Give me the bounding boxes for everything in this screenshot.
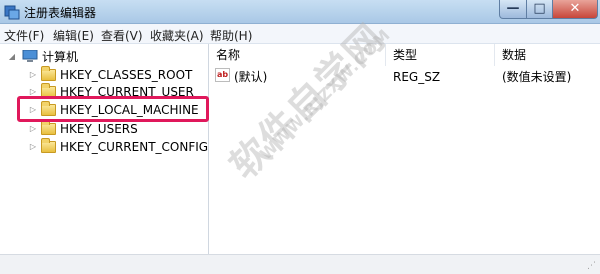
key-tree-pane[interactable]: ◢ 计算机 ▷ HKEY_CLASSES_ROOT ▷ HKEY_CURRENT…	[0, 44, 209, 254]
tree-root[interactable]: ◢ 计算机	[0, 48, 209, 66]
tree-root-label: 计算机	[42, 50, 79, 64]
column-header-name[interactable]: 名称	[210, 44, 386, 66]
highlight-box	[17, 96, 209, 122]
tree-item-hkey-classes-root[interactable]: ▷ HKEY_CLASSES_ROOT	[0, 66, 209, 84]
value-list-pane[interactable]: 名称 类型 数据 (默认) REG_SZ (数值未设置)	[210, 44, 600, 254]
menu-bar: 文件(F) 编辑(E) 查看(V) 收藏夹(A) 帮助(H)	[0, 24, 600, 44]
column-header-data[interactable]: 数据	[496, 44, 600, 66]
column-header-type[interactable]: 类型	[387, 44, 495, 66]
tree-item-label: HKEY_USERS	[60, 122, 138, 136]
menu-help[interactable]: 帮助(H)	[210, 27, 252, 44]
string-value-icon: ab	[215, 68, 230, 82]
resize-grip-icon[interactable]: ⋰	[587, 261, 597, 271]
window-title: 注册表编辑器	[24, 6, 97, 20]
close-button[interactable]: ✕	[552, 0, 598, 19]
tree-item-label: HKEY_CURRENT_CONFIG	[60, 140, 209, 154]
folder-icon	[41, 138, 56, 153]
menu-edit[interactable]: 编辑(E)	[53, 27, 94, 44]
collapse-arrow-icon[interactable]: ◢	[7, 48, 17, 66]
menu-view[interactable]: 查看(V)	[101, 27, 143, 44]
minimize-button[interactable]: —	[499, 0, 527, 19]
status-bar: ⋰	[0, 254, 600, 274]
tree-item-label: HKEY_CLASSES_ROOT	[60, 68, 193, 82]
menu-file[interactable]: 文件(F)	[4, 27, 44, 44]
expand-arrow-icon[interactable]: ▷	[28, 138, 38, 156]
registry-editor-icon	[4, 5, 20, 20]
tree-item-hkey-users[interactable]: ▷ HKEY_USERS	[0, 120, 209, 138]
computer-icon	[22, 50, 38, 62]
expand-arrow-icon[interactable]: ▷	[28, 66, 38, 84]
title-bar: 注册表编辑器 — □ ✕	[0, 0, 600, 24]
menu-favorites[interactable]: 收藏夹(A)	[150, 27, 204, 44]
value-name[interactable]: (默认)	[234, 67, 267, 87]
tree-item-hkey-current-config[interactable]: ▷ HKEY_CURRENT_CONFIG	[0, 138, 209, 156]
folder-icon	[41, 120, 56, 135]
maximize-button[interactable]: □	[526, 0, 553, 19]
value-type: REG_SZ	[393, 70, 441, 84]
value-data: (数值未设置)	[502, 70, 572, 84]
expand-arrow-icon[interactable]: ▷	[28, 120, 38, 138]
folder-icon	[41, 66, 56, 81]
